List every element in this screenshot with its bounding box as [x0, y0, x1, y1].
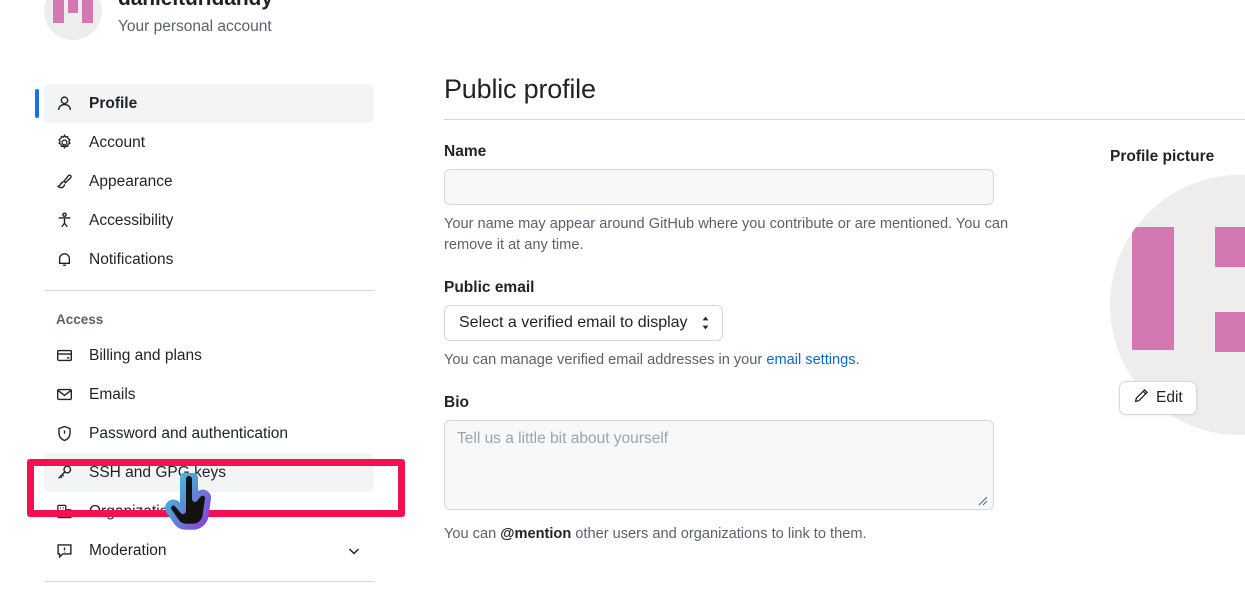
sidebar-item-emails[interactable]: Emails — [44, 375, 374, 414]
sidebar-item-organizations[interactable]: Organizations — [44, 492, 374, 531]
edit-avatar-label: Edit — [1156, 389, 1183, 406]
sidebar-item-appearance[interactable]: Appearance — [44, 162, 374, 201]
sidebar-item-label: Organizations — [89, 502, 185, 520]
email-settings-link[interactable]: email settings — [766, 352, 855, 368]
identicon-avatar — [44, 0, 102, 40]
public-email-selected-value: Select a verified email to display — [459, 314, 688, 332]
help-suffix: . — [855, 352, 860, 369]
profile-picture-title: Profile picture — [1110, 148, 1215, 165]
bio-textarea[interactable] — [444, 420, 994, 511]
name-input[interactable] — [444, 169, 994, 205]
sidebar-divider — [44, 290, 374, 291]
report-icon — [56, 542, 73, 559]
key-icon — [56, 464, 73, 481]
title-divider — [444, 119, 1245, 120]
sidebar-item-label: Appearance — [89, 172, 173, 190]
public-email-select[interactable]: Select a verified email to display — [444, 305, 723, 342]
sidebar-item-password-and-authentication[interactable]: Password and authentication — [44, 414, 374, 453]
public-profile-form: Public profile Name Your name may appear… — [444, 74, 1245, 546]
name-label: Name — [444, 143, 487, 160]
gear-icon — [56, 134, 73, 151]
account-header: danielturidandy Your personal account — [44, 0, 273, 40]
sidebar-item-moderation[interactable]: Moderation — [44, 531, 374, 570]
sidebar-item-label: Accessibility — [89, 211, 174, 229]
sidebar-item-label: Password and authentication — [89, 424, 289, 442]
help-prefix: You can — [444, 526, 501, 543]
settings-page: danielturidandy Your personal account Pr… — [0, 0, 1245, 593]
sidebar-item-profile[interactable]: Profile — [35, 84, 374, 123]
account-subtitle: Your personal account — [118, 17, 272, 35]
bio-field-group: Bio You can @mention other users and org… — [444, 394, 1004, 545]
page-title: Public profile — [444, 74, 596, 104]
sidebar-item-label: Emails — [89, 385, 136, 403]
name-help-text: Your name may appear around GitHub where… — [444, 216, 1009, 254]
sidebar-section-access: Access — [56, 312, 104, 327]
settings-sidebar: Profile Account Appearance Accessibility… — [27, 84, 405, 582]
edit-avatar-button[interactable]: Edit — [1119, 381, 1197, 415]
sidebar-item-label: Billing and plans — [89, 346, 202, 364]
sidebar-item-billing-and-plans[interactable]: Billing and plans — [44, 336, 374, 375]
profile-picture-section: Profile picture Edit — [1110, 148, 1245, 435]
sidebar-item-label: Moderation — [89, 541, 167, 559]
person-icon — [56, 95, 73, 112]
sidebar-item-label: SSH and GPG keys — [89, 463, 226, 481]
chevron-down-icon[interactable] — [346, 543, 362, 559]
paintbrush-icon — [56, 173, 73, 190]
credit-card-icon — [56, 347, 73, 364]
pencil-icon — [1133, 388, 1149, 409]
sidebar-item-label: Notifications — [89, 250, 174, 268]
mail-icon — [56, 386, 73, 403]
shield-lock-icon — [56, 425, 73, 442]
mention-keyword: @mention — [500, 526, 572, 543]
accessibility-icon — [56, 212, 73, 229]
sidebar-item-notifications[interactable]: Notifications — [44, 240, 374, 279]
organization-icon — [56, 503, 73, 520]
public-email-label: Public email — [444, 279, 535, 297]
help-suffix: other users and organizations to link to… — [571, 526, 867, 543]
sidebar-item-accessibility[interactable]: Accessibility — [44, 201, 374, 240]
sidebar-item-label: Profile — [89, 94, 138, 112]
sidebar-item-ssh-and-gpg-keys[interactable]: SSH and GPG keys — [44, 453, 374, 492]
bell-icon — [56, 251, 73, 268]
sidebar-item-label: Account — [89, 133, 146, 151]
bio-help-text: You can @mention other users and organiz… — [444, 524, 1026, 545]
name-field-group: Name Your name may appear around GitHub … — [444, 143, 1008, 256]
sidebar-divider-bottom — [44, 581, 374, 582]
public-email-help-text: You can manage verified email addresses … — [444, 350, 1026, 371]
account-username: danielturidandy — [118, 0, 273, 13]
sidebar-item-account[interactable]: Account — [44, 123, 374, 162]
bio-label: Bio — [444, 394, 469, 412]
help-prefix: You can manage verified email addresses … — [444, 352, 767, 369]
public-email-field-group: Public email Select a verified email to … — [444, 279, 1004, 371]
